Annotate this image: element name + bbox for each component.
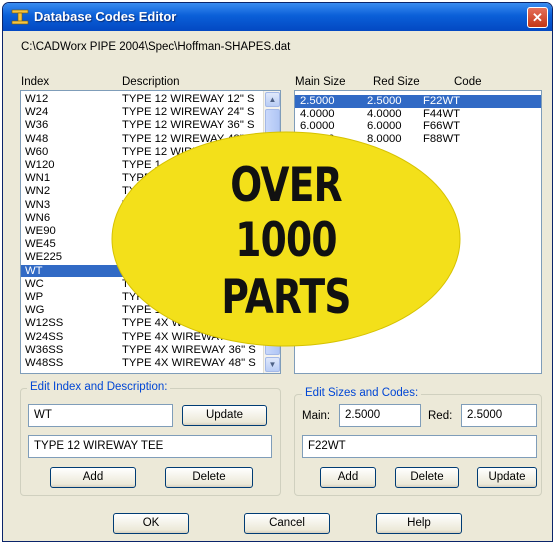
main-size-input[interactable]: 2.5000 — [339, 404, 421, 427]
main-size-column-header: Main Size — [295, 76, 346, 88]
delete-size-button[interactable]: Delete — [395, 467, 459, 488]
list-item-index: WN6 — [25, 211, 51, 224]
edit-sizes-group-label: Edit Sizes and Codes: — [302, 387, 422, 399]
list-item-index: W24 — [25, 106, 49, 119]
list-item-index: W24SS — [25, 330, 64, 343]
list-item[interactable]: W24 TYPE 12 WIREWAY 24" S — [21, 106, 280, 119]
edit-index-group-label: Edit Index and Description: — [27, 381, 171, 393]
chevron-down-icon: ▼ — [268, 360, 277, 369]
list-item[interactable]: W12 TYPE 12 WIREWAY 12" S — [21, 93, 280, 106]
list-item-index: WN1 — [25, 172, 51, 185]
list-item-index: WE225 — [25, 251, 63, 264]
scroll-down-button[interactable]: ▼ — [265, 357, 280, 372]
description-column-header: Description — [122, 76, 180, 88]
list-item-index: W36 — [25, 119, 49, 132]
row-code: F44WT — [423, 107, 461, 120]
list-item-index: W48 — [25, 132, 49, 145]
list-item-index: WE45 — [25, 238, 56, 251]
list-item-index: W36SS — [25, 343, 64, 356]
chevron-up-icon: ▲ — [268, 95, 277, 104]
add-index-button[interactable]: Add — [50, 467, 136, 488]
code-input[interactable]: F22WT — [302, 435, 537, 458]
row-red: 2.5000 — [367, 95, 402, 107]
list-item-index: WC — [25, 277, 44, 290]
promo-line-3: PARTS — [221, 270, 351, 325]
list-item-description: TYPE 12 WIREWAY 24" S — [122, 106, 255, 119]
promo-burst-overlay: OVER 1000 PARTS — [110, 130, 462, 348]
app-icon — [11, 9, 29, 25]
index-input[interactable]: WT — [28, 404, 173, 427]
index-column-header: Index — [21, 76, 50, 88]
row-code: F22WT — [423, 95, 461, 107]
description-input[interactable]: TYPE 12 WIREWAY TEE — [28, 435, 272, 458]
list-item[interactable]: W48SS TYPE 4X WIREWAY 48" S — [21, 357, 280, 370]
list-item-description: TYPE 12 WIREWAY 12" S — [122, 93, 255, 105]
list-item-description: TYPE 4X WIREWAY 48" S — [122, 357, 256, 369]
list-item-index: W60 — [25, 145, 49, 158]
row-main: 4.0000 — [300, 107, 335, 120]
list-item-index: W48SS — [25, 357, 64, 369]
row-main: 2.5000 — [300, 95, 335, 107]
list-item-index: W120 — [25, 159, 55, 171]
list-item-index: WG — [25, 304, 45, 317]
table-row[interactable]: 4.0000 4.0000 F44WT — [295, 108, 541, 121]
cancel-button[interactable]: Cancel — [244, 513, 330, 534]
code-column-header: Code — [454, 76, 482, 88]
list-item-index: W12SS — [25, 317, 64, 330]
table-row[interactable]: 2.5000 2.5000 F22WT — [295, 95, 541, 108]
close-icon: ✕ — [532, 10, 543, 25]
help-button[interactable]: Help — [376, 513, 462, 534]
delete-index-button[interactable]: Delete — [165, 467, 253, 488]
update-index-button[interactable]: Update — [182, 405, 267, 426]
close-button[interactable]: ✕ — [527, 7, 548, 28]
red-size-input[interactable]: 2.5000 — [461, 404, 537, 427]
promo-line-2: 1000 — [235, 213, 337, 268]
list-item-index: WN2 — [25, 185, 51, 198]
row-red: 4.0000 — [367, 107, 402, 120]
list-item-index: WE90 — [25, 225, 56, 237]
red-size-column-header: Red Size — [373, 76, 420, 88]
list-item-index: WT — [25, 264, 43, 277]
window-title: Database Codes Editor — [34, 9, 177, 24]
ok-button[interactable]: OK — [113, 513, 189, 534]
list-item-index: W12 — [25, 93, 49, 105]
list-item-index: WP — [25, 291, 44, 303]
add-size-button[interactable]: Add — [320, 467, 376, 488]
list-item-index: WN3 — [25, 198, 51, 211]
red-size-label: Red: — [428, 410, 453, 422]
promo-line-1: OVER — [230, 158, 342, 213]
file-path: C:\CADWorx PIPE 2004\Spec\Hoffman-SHAPES… — [21, 41, 291, 53]
update-size-button[interactable]: Update — [477, 467, 537, 488]
scroll-up-button[interactable]: ▲ — [265, 92, 280, 107]
main-size-label: Main: — [302, 410, 331, 422]
title-bar[interactable]: Database Codes Editor ✕ — [3, 3, 552, 31]
